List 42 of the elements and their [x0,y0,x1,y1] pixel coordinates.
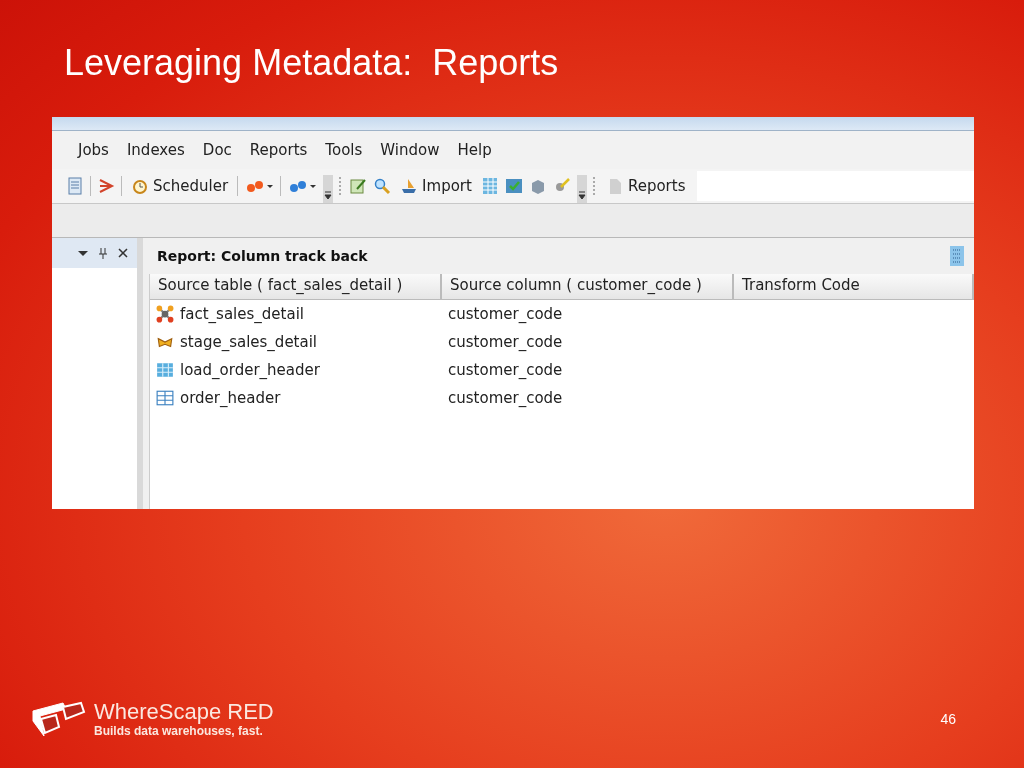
glasses-logo-icon [30,699,86,739]
clock-icon [131,177,149,195]
column-header[interactable]: Transform Code [734,274,974,299]
menu-item[interactable]: Doc [202,141,232,159]
document-icon[interactable] [66,177,84,195]
menu-item[interactable]: Window [380,141,440,159]
pin-icon[interactable] [97,247,110,259]
menu-item[interactable]: Indexes [126,141,185,159]
search-icon[interactable] [373,177,392,195]
column-header[interactable]: Source column ( customer_code ) [442,274,734,299]
grid-icon[interactable] [480,177,499,195]
menu-item[interactable]: Tools [325,141,363,159]
menu-item[interactable]: Help [457,141,492,159]
overflow-icon[interactable] [323,175,334,203]
table-cell-text: customer_code [447,389,563,407]
table-cell-text: customer_code [447,361,563,379]
table-cell: stage_sales_detail [180,333,317,351]
column-header[interactable]: Source table ( fact_sales_detail ) [150,274,442,299]
overflow-icon[interactable] [576,175,587,203]
ship-icon [400,177,419,195]
checked-table-icon[interactable] [504,177,523,195]
fact-table-icon [156,305,174,323]
table-cell: load_order_header [180,361,320,379]
notepad-icon[interactable] [349,177,368,195]
page-number: 46 [940,711,956,727]
table-cell-text: customer_code [447,305,563,323]
menu-item[interactable]: Jobs [78,141,109,159]
table-cell: order_header [180,389,281,407]
flow-icon[interactable] [97,177,115,195]
table-icon [156,389,174,407]
load-table-icon [156,361,174,379]
scheduler-button[interactable]: Scheduler [128,175,232,197]
table-cell: fact_sales_detail [180,305,304,323]
close-icon[interactable] [117,247,130,259]
import-button[interactable]: Import [397,175,475,197]
slide-title: Leveraging Metadata: Reports [63,41,560,85]
report-title: Report: Column track back [157,248,368,264]
brand-name: WhereScape RED [94,700,274,724]
reports-button[interactable]: Reports [602,175,692,197]
menu-item[interactable]: Reports [249,141,308,159]
brand-tagline: Builds data warehouses, fast. [94,724,264,738]
table-cell-text: customer_code [447,333,563,351]
